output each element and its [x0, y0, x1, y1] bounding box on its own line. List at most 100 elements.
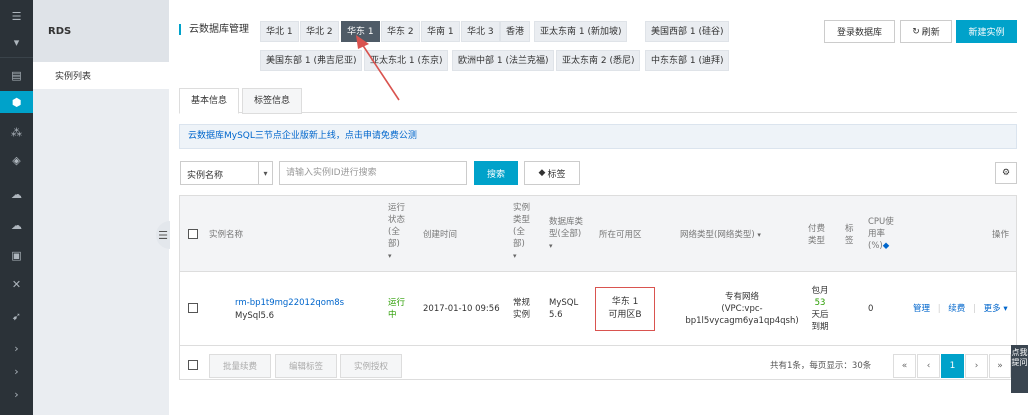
col-type[interactable]: 实例 类型 (全 部) ▾: [513, 202, 530, 262]
tools-icon[interactable]: ➹: [0, 305, 33, 327]
tab-tag-info[interactable]: 标签信息: [242, 88, 302, 114]
pager-prev[interactable]: ‹: [917, 354, 940, 378]
refresh-icon: ↻: [912, 26, 920, 37]
database-icon[interactable]: ⬢: [0, 91, 33, 113]
region-tab[interactable]: 亚太东北 1 (东京): [364, 50, 449, 71]
billing-info: 包月 53 天后 到期: [808, 285, 832, 333]
col-status[interactable]: 运行 状态 (全 部) ▾: [388, 202, 405, 262]
pager-next[interactable]: ›: [965, 354, 988, 378]
feedback-button[interactable]: 点我提问: [1011, 345, 1028, 393]
caret-down-icon: ▾: [388, 252, 392, 260]
col-cpu[interactable]: CPU使 用率 (%)◆: [868, 216, 894, 252]
zone-cell-highlighted: 华东 1 可用区B: [595, 287, 655, 331]
footer-select-checkbox[interactable]: [188, 360, 198, 370]
chevron-right-icon[interactable]: ›: [0, 360, 33, 382]
region-tab[interactable]: 华北 3: [461, 21, 500, 42]
search-field-select[interactable]: 实例名称 ▾: [180, 161, 273, 185]
billing-line: 天后: [811, 310, 829, 320]
col-db-type[interactable]: 数据库类 型(全部) ▾: [549, 216, 583, 252]
sidebar-item-instance-list[interactable]: 实例列表: [33, 62, 169, 89]
search-button[interactable]: 搜索: [474, 161, 518, 185]
region-tab[interactable]: 香港: [500, 21, 531, 42]
col-status-line: 运行: [388, 203, 406, 213]
pager-last[interactable]: »: [989, 354, 1011, 378]
caret-down-icon: ▾: [757, 231, 761, 239]
col-type-line: 实例: [513, 203, 531, 213]
billing-days: 53: [814, 298, 826, 308]
col-tags: 标 签: [845, 223, 854, 247]
col-status-line: (全: [388, 227, 400, 237]
caret-down-icon: ▾: [1003, 304, 1008, 314]
gear-icon[interactable]: ⚙: [995, 162, 1017, 184]
col-status-line: 状态: [388, 215, 406, 225]
region-tab[interactable]: 美国东部 1 (弗吉尼亚): [260, 50, 363, 71]
new-instance-button[interactable]: 新建实例: [956, 20, 1017, 43]
status-line: 运行: [388, 298, 406, 308]
more-dropdown[interactable]: 更多: [984, 304, 1001, 314]
col-billing-line: 付费: [808, 224, 826, 234]
status-badge: 运行 中: [388, 297, 405, 321]
chevron-right-icon[interactable]: ›: [0, 383, 33, 405]
tag-filter-label: 标签: [547, 169, 566, 180]
notice-banner[interactable]: 云数据库MySQL三节点企业版新上线，点击申请免费公测: [179, 124, 1017, 149]
region-tab[interactable]: 亚太东南 1 (新加坡): [534, 21, 628, 42]
col-zone: 所在可用区: [599, 230, 642, 240]
search-input[interactable]: [279, 161, 467, 185]
col-cpu-line: 用率: [868, 229, 886, 239]
tag-filter-button[interactable]: ◆ 标签: [524, 161, 580, 185]
menu-icon[interactable]: ☰: [0, 5, 33, 27]
instance-id-link[interactable]: rm-bp1t9mg22012qom8s: [235, 297, 344, 309]
network-line: (VPC:vpc-: [721, 304, 763, 314]
col-network[interactable]: 网络类型(网络类型) ▾: [680, 229, 761, 241]
row-checkbox[interactable]: [188, 303, 198, 313]
chevron-down-icon[interactable]: ▾: [0, 31, 33, 53]
select-all-checkbox[interactable]: [188, 229, 198, 239]
region-tab[interactable]: 欧洲中部 1 (法兰克福): [452, 50, 555, 71]
chevron-down-icon: ▾: [258, 162, 272, 184]
network-icon[interactable]: ⁂: [0, 121, 33, 143]
edit-tags-button[interactable]: 编辑标签: [275, 354, 337, 378]
refresh-label: 刷新: [921, 28, 940, 38]
col-billing-line: 类型: [808, 236, 826, 246]
zone-line: 华东 1: [611, 297, 639, 307]
col-db-type-line: 数据库类: [549, 217, 584, 227]
tab-basic-info[interactable]: 基本信息: [179, 88, 239, 114]
region-tab[interactable]: 美国西部 1 (硅谷): [645, 21, 730, 42]
region-tab[interactable]: 亚太东南 2 (悉尼): [556, 50, 641, 71]
monitor-icon[interactable]: ▣: [0, 244, 33, 266]
region-tab[interactable]: 华北 1: [260, 21, 299, 42]
server-icon[interactable]: ▤: [0, 64, 33, 86]
region-tab[interactable]: 华北 2: [300, 21, 339, 42]
cloud-upload-icon[interactable]: ☁: [0, 214, 33, 236]
batch-renew-button[interactable]: 批量续费: [209, 354, 271, 378]
instance-auth-button[interactable]: 实例授权: [340, 354, 402, 378]
product-sidebar: RDS 实例列表: [33, 0, 169, 415]
login-db-button[interactable]: 登录数据库: [824, 20, 895, 43]
status-line: 中: [388, 310, 397, 320]
region-tab-active[interactable]: 华东 1: [341, 21, 380, 42]
pager-first[interactable]: «: [893, 354, 916, 378]
region-tab[interactable]: 中东东部 1 (迪拜): [645, 50, 730, 71]
type-line: 常规: [513, 298, 531, 308]
action-divider: |: [973, 304, 976, 314]
region-tab[interactable]: 华南 1: [421, 21, 460, 42]
refresh-button[interactable]: ↻ 刷新: [900, 20, 952, 43]
chevron-right-icon[interactable]: ›: [0, 337, 33, 359]
db-line: MySQL: [549, 298, 579, 308]
manage-link[interactable]: 管理: [913, 304, 930, 314]
renew-link[interactable]: 续费: [948, 304, 965, 314]
row-divider: [180, 345, 1016, 346]
pager-page[interactable]: 1: [941, 354, 964, 378]
info-tabs: 基本信息 标签信息: [179, 88, 1017, 114]
region-tab[interactable]: 华东 2: [381, 21, 420, 42]
instance-type: 常规 实例: [513, 297, 530, 321]
cloud-icon[interactable]: ☁: [0, 183, 33, 205]
shuffle-icon[interactable]: ✕: [0, 273, 33, 295]
col-billing: 付费 类型: [808, 223, 825, 247]
col-cpu-line: (%)◆: [868, 240, 894, 252]
sidebar-title: RDS: [33, 0, 169, 62]
cube-icon[interactable]: ◈: [0, 149, 33, 171]
caret-down-icon: ▾: [549, 242, 553, 250]
col-actions: 操作: [992, 230, 1010, 240]
network-type: 专有网络 (VPC:vpc- bp1l5vycagm6ya1qp4qsh): [682, 291, 802, 327]
